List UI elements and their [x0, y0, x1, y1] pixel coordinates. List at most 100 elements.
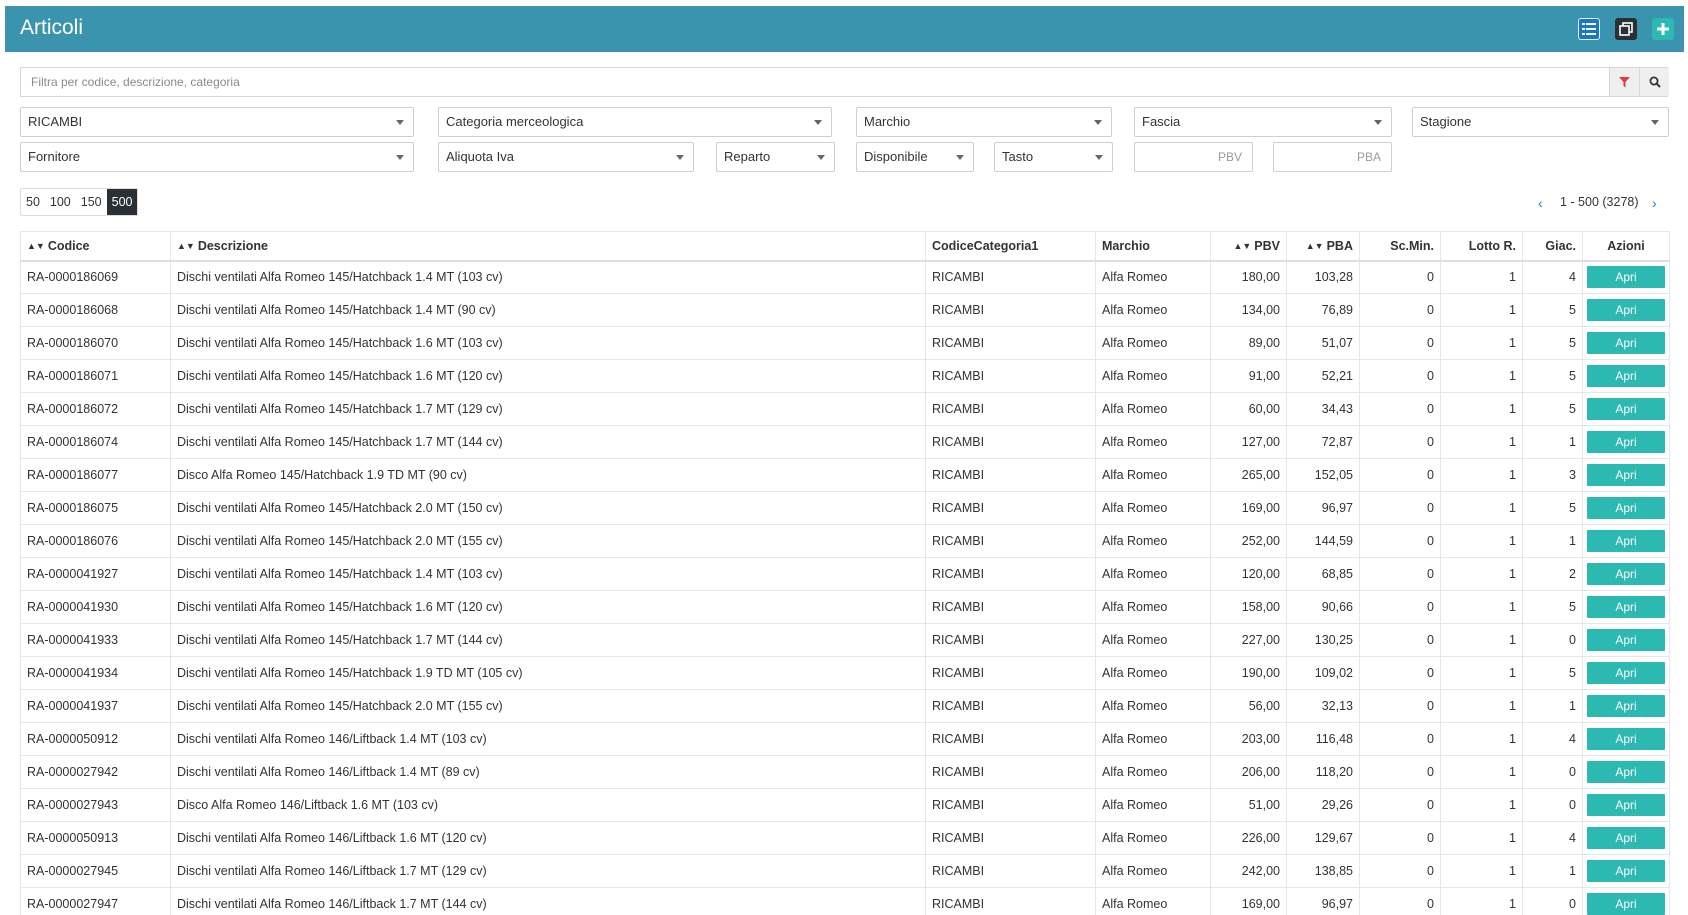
- open-button[interactable]: Apri: [1587, 299, 1665, 321]
- cell-categoria: RICAMBI: [925, 656, 1096, 690]
- cell-descrizione: Disco Alfa Romeo 145/Hatchback 1.9 TD MT…: [170, 458, 926, 492]
- search-button[interactable]: [1639, 68, 1669, 96]
- cell-giac: 0: [1522, 755, 1583, 789]
- open-button[interactable]: Apri: [1587, 893, 1665, 915]
- cell-azioni: Apri: [1582, 260, 1670, 294]
- cell-marchio: Alfa Romeo: [1095, 491, 1211, 525]
- cell-pba: 76,89: [1286, 293, 1360, 327]
- filter-vat-rate[interactable]: Aliquota Iva: [438, 142, 694, 172]
- table-row: RA-0000027947 Dischi ventilati Alfa Romeo…: [20, 887, 1670, 915]
- table-row: RA-0000027943 Disco Alfa Romeo 146/Liftba…: [20, 788, 1670, 822]
- cell-descrizione: Dischi ventilati Alfa Romeo 145/Hatchbac…: [170, 326, 926, 360]
- open-button[interactable]: Apri: [1587, 332, 1665, 354]
- page-size-selector: 50 100 150 500: [20, 188, 139, 216]
- cell-codice: RA-0000041930: [20, 590, 171, 624]
- column-header-pba[interactable]: ▲▼ PBA: [1286, 231, 1360, 262]
- cell-pba: 29,26: [1286, 788, 1360, 822]
- filter-season[interactable]: Stagione: [1412, 107, 1669, 137]
- open-button[interactable]: Apri: [1587, 794, 1665, 816]
- cell-pbv: 89,00: [1210, 326, 1287, 360]
- open-button[interactable]: Apri: [1587, 563, 1665, 585]
- column-header-pbv[interactable]: ▲▼ PBV: [1210, 231, 1287, 262]
- next-page-icon[interactable]: ›: [1652, 195, 1657, 211]
- column-header-codice[interactable]: ▲▼ Codice: [20, 231, 171, 262]
- column-header-descrizione[interactable]: ▲▼ Descrizione: [170, 231, 926, 262]
- open-button[interactable]: Apri: [1587, 365, 1665, 387]
- cell-lotto-r: 1: [1440, 359, 1523, 393]
- filter-price-band[interactable]: Fascia: [1134, 107, 1392, 137]
- cell-descrizione: Dischi ventilati Alfa Romeo 145/Hatchbac…: [170, 689, 926, 723]
- cell-sc-min: 0: [1359, 524, 1441, 558]
- cell-pba: 51,07: [1286, 326, 1360, 360]
- column-header-azioni: Azioni: [1582, 231, 1670, 262]
- cell-marchio: Alfa Romeo: [1095, 359, 1211, 393]
- open-button[interactable]: Apri: [1587, 761, 1665, 783]
- open-button[interactable]: Apri: [1587, 431, 1665, 453]
- list-view-button[interactable]: [1578, 18, 1600, 40]
- prev-page-icon[interactable]: ‹: [1538, 195, 1543, 211]
- pbv-input[interactable]: PBV: [1134, 142, 1253, 172]
- cell-categoria: RICAMBI: [925, 293, 1096, 327]
- cell-marchio: Alfa Romeo: [1095, 326, 1211, 360]
- table-row: RA-0000041933 Dischi ventilati Alfa Romeo…: [20, 623, 1670, 657]
- cell-giac: 1: [1522, 524, 1583, 558]
- cell-codice: RA-0000186077: [20, 458, 171, 492]
- page-size-500[interactable]: 500: [106, 189, 138, 215]
- cell-categoria: RICAMBI: [925, 887, 1096, 915]
- cell-sc-min: 0: [1359, 326, 1441, 360]
- open-button[interactable]: Apri: [1587, 266, 1665, 289]
- page-size-50[interactable]: 50: [21, 189, 45, 215]
- filter-category[interactable]: RICAMBI: [20, 107, 414, 137]
- cell-codice: RA-0000186074: [20, 425, 171, 459]
- open-button[interactable]: Apri: [1587, 398, 1665, 420]
- cell-sc-min: 0: [1359, 821, 1441, 855]
- open-button[interactable]: Apri: [1587, 695, 1665, 717]
- cell-azioni: Apri: [1582, 491, 1670, 525]
- cell-lotto-r: 1: [1440, 326, 1523, 360]
- filter-merchandise-category[interactable]: Categoria merceologica: [438, 107, 832, 137]
- page-size-150[interactable]: 150: [76, 189, 107, 215]
- filter-available[interactable]: Disponibile: [856, 142, 974, 172]
- open-button[interactable]: Apri: [1587, 728, 1665, 750]
- open-button[interactable]: Apri: [1587, 827, 1665, 849]
- cell-giac: 5: [1522, 392, 1583, 426]
- cell-sc-min: 0: [1359, 359, 1441, 393]
- search-input[interactable]: [21, 68, 1608, 96]
- cell-descrizione: Dischi ventilati Alfa Romeo 145/Hatchbac…: [170, 293, 926, 327]
- cell-categoria: RICAMBI: [925, 821, 1096, 855]
- cell-sc-min: 0: [1359, 755, 1441, 789]
- cell-azioni: Apri: [1582, 854, 1670, 888]
- cell-marchio: Alfa Romeo: [1095, 887, 1211, 915]
- cell-descrizione: Dischi ventilati Alfa Romeo 146/Liftback…: [170, 854, 926, 888]
- filter-button[interactable]: [1609, 68, 1639, 96]
- cell-giac: 4: [1522, 722, 1583, 756]
- filter-supplier[interactable]: Fornitore: [20, 142, 414, 172]
- chevron-down-icon: [676, 155, 684, 160]
- add-button[interactable]: [1652, 18, 1674, 40]
- page-size-100[interactable]: 100: [45, 189, 76, 215]
- table-row: RA-0000186075 Dischi ventilati Alfa Romeo…: [20, 491, 1670, 525]
- open-button[interactable]: Apri: [1587, 662, 1665, 684]
- cell-codice: RA-0000027943: [20, 788, 171, 822]
- cell-categoria: RICAMBI: [925, 689, 1096, 723]
- open-button[interactable]: Apri: [1587, 497, 1665, 519]
- cell-pbv: 91,00: [1210, 359, 1287, 393]
- open-button[interactable]: Apri: [1587, 860, 1665, 882]
- open-button[interactable]: Apri: [1587, 629, 1665, 651]
- filter-brand[interactable]: Marchio: [856, 107, 1112, 137]
- open-button[interactable]: Apri: [1587, 530, 1665, 552]
- cell-pba: 144,59: [1286, 524, 1360, 558]
- duplicate-button[interactable]: [1615, 18, 1637, 40]
- cell-codice: RA-0000041933: [20, 623, 171, 657]
- cell-lotto-r: 1: [1440, 524, 1523, 558]
- cell-giac: 5: [1522, 359, 1583, 393]
- cell-pbv: 203,00: [1210, 722, 1287, 756]
- filter-key[interactable]: Tasto: [994, 142, 1113, 172]
- cell-lotto-r: 1: [1440, 458, 1523, 492]
- cell-sc-min: 0: [1359, 590, 1441, 624]
- table-row: RA-0000050913 Dischi ventilati Alfa Romeo…: [20, 821, 1670, 855]
- pba-input[interactable]: PBA: [1273, 142, 1392, 172]
- open-button[interactable]: Apri: [1587, 596, 1665, 618]
- filter-department[interactable]: Reparto: [716, 142, 835, 172]
- open-button[interactable]: Apri: [1587, 464, 1665, 486]
